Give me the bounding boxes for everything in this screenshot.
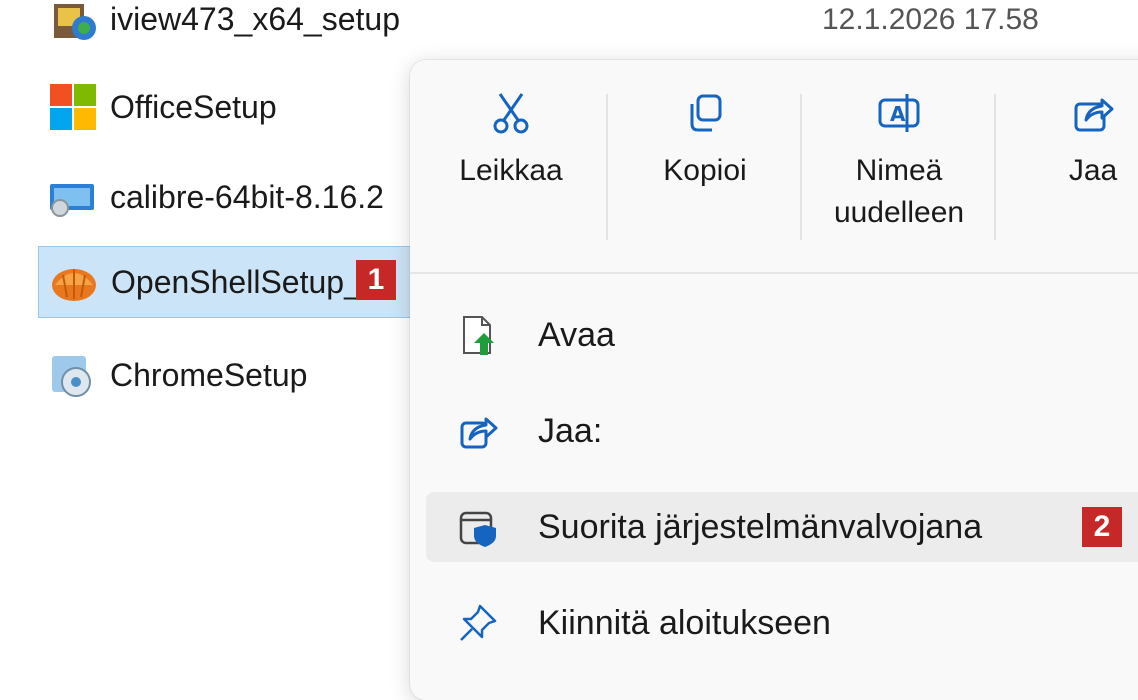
rename-icon: A	[878, 94, 920, 132]
file-name: OfficeSetup	[110, 88, 277, 125]
menu-item-share[interactable]: Jaa:	[426, 396, 1138, 466]
context-menu: Leikkaa Kopioi A Nimeä uudelleen Jaa Ava…	[410, 60, 1138, 700]
copy-label: Kopioi	[663, 154, 747, 187]
share-icon	[1074, 98, 1114, 132]
share-icon	[460, 417, 498, 449]
menu-separator	[410, 272, 1138, 274]
menu-item-label: Avaa	[538, 315, 615, 354]
menu-item-label: Suorita järjestelmänvalvojana	[538, 507, 983, 546]
menu-item-pin-to-start[interactable]: Kiinnitä aloitukseen	[426, 588, 1138, 658]
menu-item-label: Jaa:	[538, 411, 603, 450]
shield-window-icon	[459, 511, 496, 547]
rename-label-line2: uudelleen	[833, 196, 965, 229]
office-icon	[50, 84, 96, 130]
file-name: iview473_x64_setup	[110, 0, 400, 37]
annotation-badge-1: 1	[356, 260, 396, 300]
scissors-icon	[493, 93, 529, 134]
svg-text:A: A	[890, 102, 906, 126]
copy-icon	[690, 94, 722, 132]
file-name: calibre-64bit-8.16.2	[110, 178, 384, 215]
calibre-icon	[50, 184, 94, 217]
file-name: OpenShellSetup_	[111, 263, 362, 300]
open-file-icon	[463, 316, 494, 355]
pin-icon	[460, 604, 497, 641]
share-label: Jaa	[1068, 154, 1118, 187]
copy-button[interactable]: Kopioi	[610, 90, 800, 192]
file-date: 12.1.2026 17.58	[822, 3, 1039, 36]
annotation-badge-2: 2	[1082, 507, 1122, 547]
menu-item-run-as-admin[interactable]: Suorita järjestelmänvalvojana	[426, 492, 1138, 562]
rename-button[interactable]: A Nimeä uudelleen	[804, 90, 994, 234]
irfanview-icon	[54, 4, 96, 40]
action-bar: Leikkaa Kopioi A Nimeä uudelleen Jaa	[410, 60, 1138, 272]
rename-label-line1: Nimeä	[855, 154, 943, 187]
file-row-iview[interactable]: iview473_x64_setup	[38, 0, 498, 52]
menu-item-open[interactable]: Avaa	[426, 300, 1138, 370]
cut-button[interactable]: Leikkaa	[416, 90, 606, 192]
action-separator	[994, 94, 996, 240]
openshell-icon	[52, 269, 96, 301]
file-name: ChromeSetup	[110, 356, 308, 393]
action-separator	[800, 94, 802, 240]
action-separator	[606, 94, 608, 240]
menu-item-label: Kiinnitä aloitukseen	[538, 603, 831, 642]
cut-label: Leikkaa	[459, 154, 563, 187]
chrome-setup-icon	[52, 356, 91, 397]
share-button[interactable]: Jaa	[998, 90, 1138, 192]
